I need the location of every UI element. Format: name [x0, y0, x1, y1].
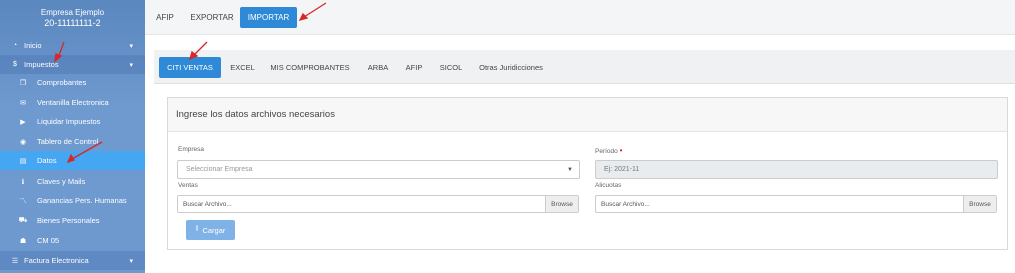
top-tab-bar: AFIP EXPORTAR IMPORTAR: [145, 0, 1015, 35]
sidebar-item-label: Claves y Mails: [37, 177, 86, 186]
sidebar-item-label: CM 05: [37, 236, 60, 245]
tab-exportar[interactable]: EXPORTAR: [187, 7, 237, 28]
tab-arba[interactable]: ARBA: [362, 57, 394, 78]
cargar-label: Cargar: [202, 225, 226, 235]
sidebar-item-inicio[interactable]: ◔ Inicio ▾: [0, 36, 145, 55]
envelope-icon: ✉: [20, 99, 26, 107]
sidebar-item-tablero[interactable]: ◉ Tablero de Control: [0, 132, 145, 151]
ventas-label: Ventas: [178, 182, 198, 189]
ventas-file-input[interactable]: Buscar Archivo... Browse: [177, 195, 579, 213]
sidebar-item-factura[interactable]: ☰ Factura Electronica ▾: [0, 251, 145, 270]
tab-mis-comprobantes[interactable]: MIS COMPROBANTES: [266, 57, 354, 78]
sidebar-item-impuestos[interactable]: $ Impuestos ▾: [0, 55, 145, 74]
sidebar-item-label: Ventanilla Electronica: [37, 98, 109, 107]
import-panel: Ingrese los datos archivos necesarios Em…: [167, 97, 1008, 250]
list-icon: ☰: [11, 257, 19, 265]
ventas-file-placeholder: Buscar Archivo...: [183, 200, 232, 208]
caret-down-icon: ▼: [567, 166, 573, 173]
alicuotas-file-input[interactable]: Buscar Archivo... Browse: [595, 195, 997, 213]
company-cuit: 20-11111111-2: [44, 18, 101, 28]
sidebar-item-claves[interactable]: ℹ Claves y Mails: [0, 172, 145, 191]
sidebar-item-label: Factura Electronica: [24, 256, 89, 265]
tab-citi-ventas[interactable]: CITI VENTAS: [159, 57, 221, 78]
sidebar-item-label: Inicio: [24, 41, 42, 50]
sidebar-item-label: Ganancias Pers. Humanas: [37, 196, 127, 205]
sidebar-item-liquidar[interactable]: ▶ Liquidar Impuestos: [0, 112, 145, 131]
empresa-select[interactable]: Seleccionar Empresa ▼: [177, 160, 580, 179]
play-icon: ▶: [20, 118, 26, 126]
sidebar-item-label: Datos: [37, 156, 57, 165]
sidebar: Empresa Ejemplo 20-11111111-2 ◔ Inicio ▾…: [0, 0, 145, 273]
upload-icon: ⭱: [195, 224, 199, 233]
chevron-down-icon: ▾: [129, 61, 133, 69]
sidebar-item-label: Comprobantes: [37, 78, 87, 87]
company-name: Empresa Ejemplo: [40, 8, 105, 17]
sidebar-item-ventanilla[interactable]: ✉ Ventanilla Electronica: [0, 93, 145, 112]
tab-sicol[interactable]: SICOL: [435, 57, 467, 78]
sidebar-item-label: Bienes Personales: [37, 216, 100, 225]
alicuotas-label: Alicuotas: [595, 182, 622, 189]
dollar-icon: $: [13, 61, 17, 68]
tab-excel[interactable]: EXCEL: [225, 57, 260, 78]
chevron-down-icon: ▾: [129, 257, 133, 265]
tab-afip-top[interactable]: AFIP: [151, 7, 179, 28]
sidebar-item-ganancias[interactable]: 〽 Ganancias Pers. Humanas: [0, 191, 145, 210]
sidebar-item-bienes[interactable]: ⛟ Bienes Personales: [0, 211, 145, 230]
eye-icon: ◉: [19, 138, 27, 146]
periodo-input[interactable]: Ej: 2021-11: [595, 160, 998, 179]
cargar-button[interactable]: ⭱ Cargar: [186, 220, 235, 240]
alicuotas-file-placeholder: Buscar Archivo...: [601, 200, 650, 208]
ventas-browse-button[interactable]: Browse: [545, 196, 578, 212]
documents-icon: ❐: [19, 79, 27, 87]
tab-afip[interactable]: AFIP: [400, 57, 428, 78]
periodo-label-text: Período: [595, 148, 618, 155]
sidebar-item-comprobantes[interactable]: ❐ Comprobantes: [0, 73, 145, 92]
chevron-down-icon: ▾: [129, 42, 133, 50]
required-marker: •: [619, 146, 623, 155]
users-icon: ☗: [19, 237, 27, 245]
sidebar-item-label: Liquidar Impuestos: [37, 117, 101, 126]
sidebar-item-datos[interactable]: ▤ Datos: [0, 151, 145, 170]
empresa-select-value: Seleccionar Empresa: [186, 166, 253, 173]
empresa-label: Empresa: [178, 146, 205, 153]
database-icon: ▤: [19, 157, 27, 165]
alicuotas-browse-button[interactable]: Browse: [963, 196, 996, 212]
chart-icon: 〽: [19, 197, 27, 205]
tab-importar[interactable]: IMPORTAR: [240, 7, 297, 28]
sidebar-item-label: Tablero de Control: [37, 137, 99, 146]
periodo-input-value: Ej: 2021-11: [604, 166, 640, 173]
import-tab-bar: CITI VENTAS EXCEL MIS COMPROBANTES ARBA …: [154, 50, 1015, 84]
car-icon: ⛟: [18, 217, 28, 224]
info-icon: ℹ: [21, 178, 25, 186]
periodo-label: Período •: [595, 146, 622, 155]
company-header: Empresa Ejemplo 20-11111111-2: [0, 0, 145, 35]
dashboard-icon: ◔: [12, 42, 18, 49]
sidebar-item-cm05[interactable]: ☗ CM 05: [0, 231, 145, 250]
sidebar-item-label: Impuestos: [24, 60, 59, 69]
tab-otras-juridicciones[interactable]: Otras Juridicciones: [474, 57, 548, 78]
panel-title: Ingrese los datos archivos necesarios: [168, 98, 1007, 132]
